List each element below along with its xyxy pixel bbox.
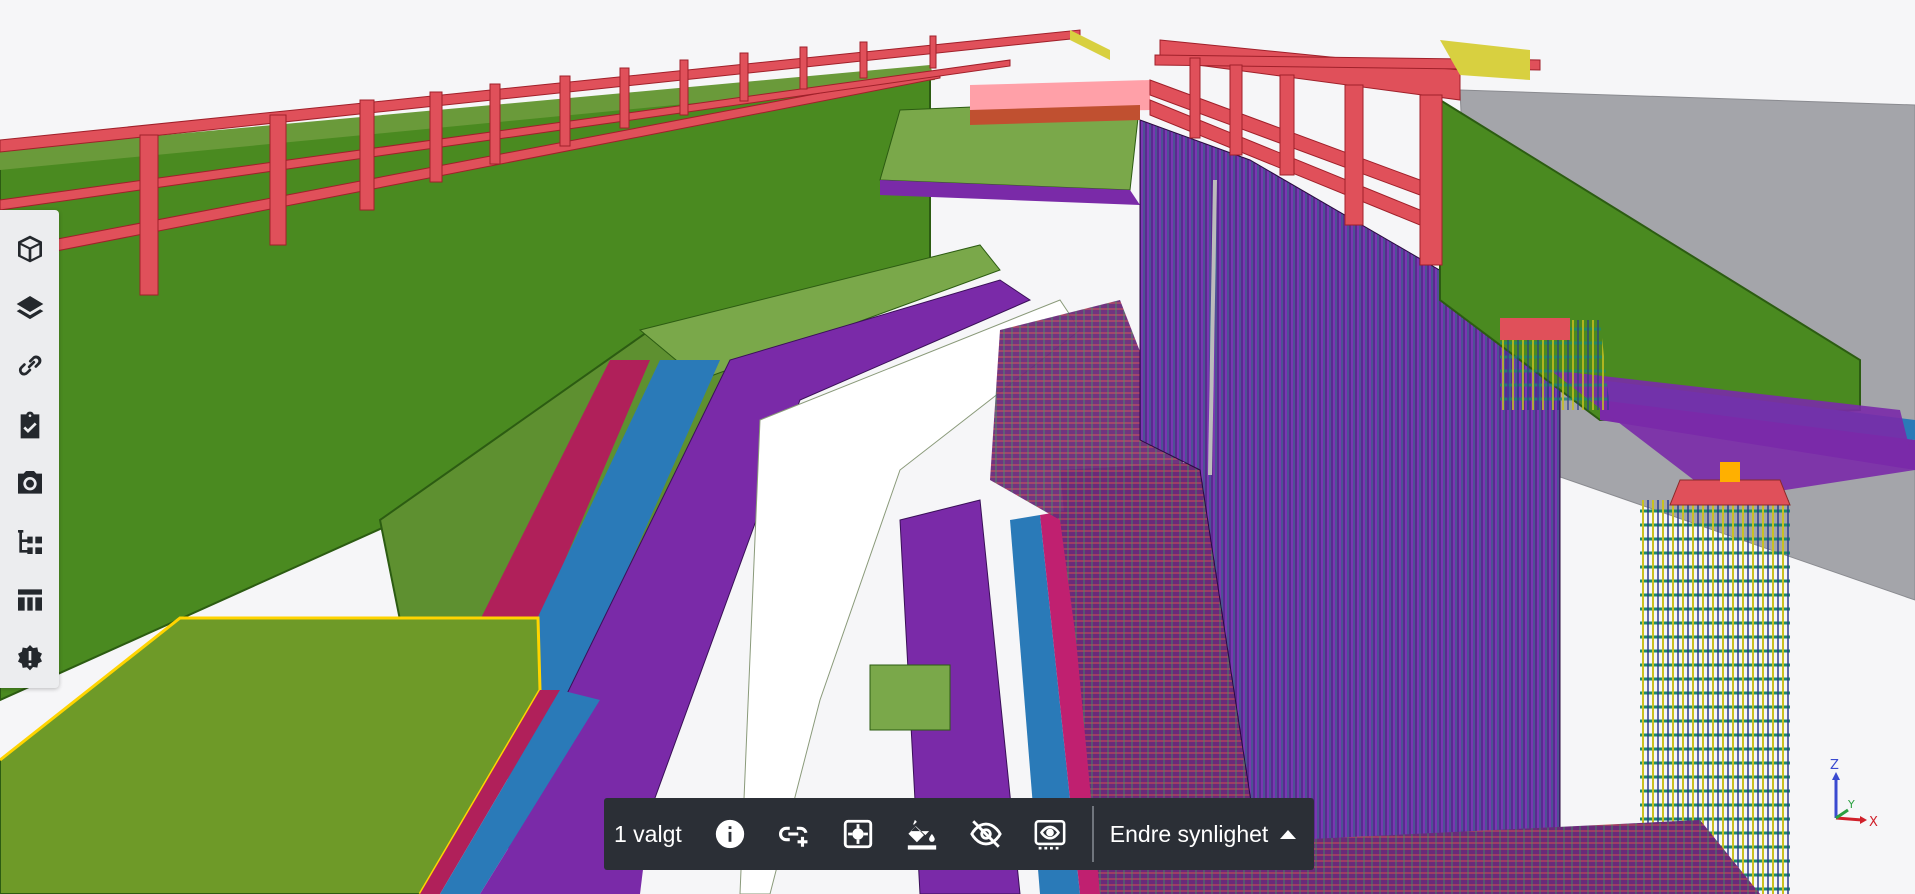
models-button[interactable] [0,220,59,279]
tree-button[interactable] [0,513,59,572]
selection-action-bar: 1 valgt Endre synlighet [604,798,1314,870]
badge-alert-icon [17,644,42,671]
clipboard-check-icon [20,411,39,439]
isolate-button[interactable] [1018,798,1082,870]
left-toolbar [0,210,59,688]
link-add-icon [778,826,808,847]
tree-structure-icon [17,529,42,554]
cube-icon [17,235,42,263]
bar-divider [1091,806,1094,862]
paint-bucket-icon [907,819,936,850]
fit-to-view-icon [843,819,872,849]
link-add-button[interactable] [762,798,826,870]
axis-z-label: Z [1830,758,1839,773]
change-visibility-label: Endre synlighet [1109,820,1269,847]
3d-viewport[interactable] [0,0,1915,894]
axis-y-label: Y [1847,798,1855,811]
selection-count: 1 valgt [614,820,682,847]
link-icon [18,355,41,376]
links-button[interactable] [0,337,59,396]
layers-icon [16,295,43,319]
caret-up-icon [1280,829,1297,839]
snapshots-button[interactable] [0,454,59,513]
info-icon [715,819,744,849]
issues-button[interactable] [0,630,59,689]
color-button[interactable] [890,798,954,870]
camera-icon [17,471,42,494]
isolate-view-icon [1034,819,1066,850]
axis-gizmo: Z Y X [1820,758,1880,830]
info-button[interactable] [698,798,762,870]
fit-to-view-button[interactable] [826,798,890,870]
table-icon [17,589,42,611]
eye-off-icon [970,820,1002,848]
layers-button[interactable] [0,279,59,338]
table-button[interactable] [0,571,59,630]
tasks-button[interactable] [0,396,59,455]
model-scene [0,0,1915,894]
change-visibility-button[interactable]: Endre synlighet [1110,821,1297,848]
axis-x-label: X [1869,815,1878,828]
axis-triad-icon: Z Y X [1830,758,1878,830]
hide-button[interactable] [954,798,1018,870]
